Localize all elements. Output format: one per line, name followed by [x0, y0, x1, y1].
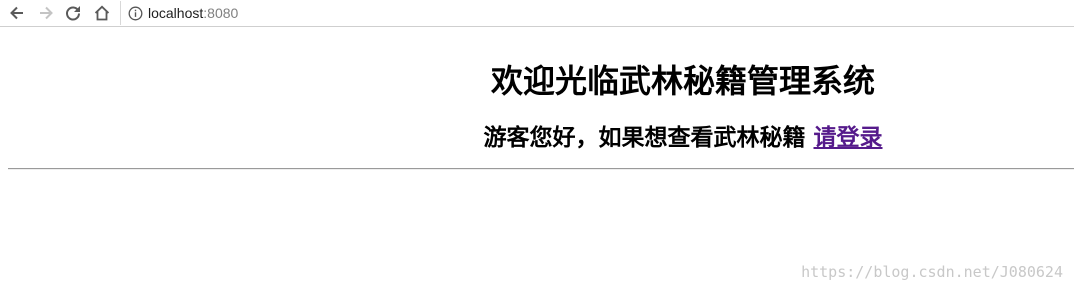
horizontal-rule — [8, 168, 1074, 170]
browser-toolbar: localhost:8080 — [0, 0, 1074, 27]
url-text[interactable]: localhost:8080 — [148, 5, 238, 21]
reload-icon[interactable] — [62, 3, 84, 23]
info-icon[interactable] — [128, 6, 143, 21]
home-icon[interactable] — [91, 3, 113, 23]
forward-arrow-icon[interactable] — [35, 3, 57, 23]
url-host: localhost — [148, 5, 204, 21]
url-port: :8080 — [203, 5, 239, 21]
guest-prompt-text: 游客您好，如果想查看武林秘籍 — [483, 125, 814, 151]
page-title: 欢迎光临武林秘籍管理系统 — [490, 62, 875, 100]
back-arrow-icon[interactable] — [6, 3, 28, 23]
address-bar[interactable]: localhost:8080 — [120, 1, 1074, 25]
guest-prompt: 游客您好，如果想查看武林秘籍 请登录 — [0, 118, 1074, 152]
watermark: https://blog.csdn.net/J080624 — [801, 263, 1063, 281]
login-link[interactable]: 请登录 — [814, 125, 883, 151]
